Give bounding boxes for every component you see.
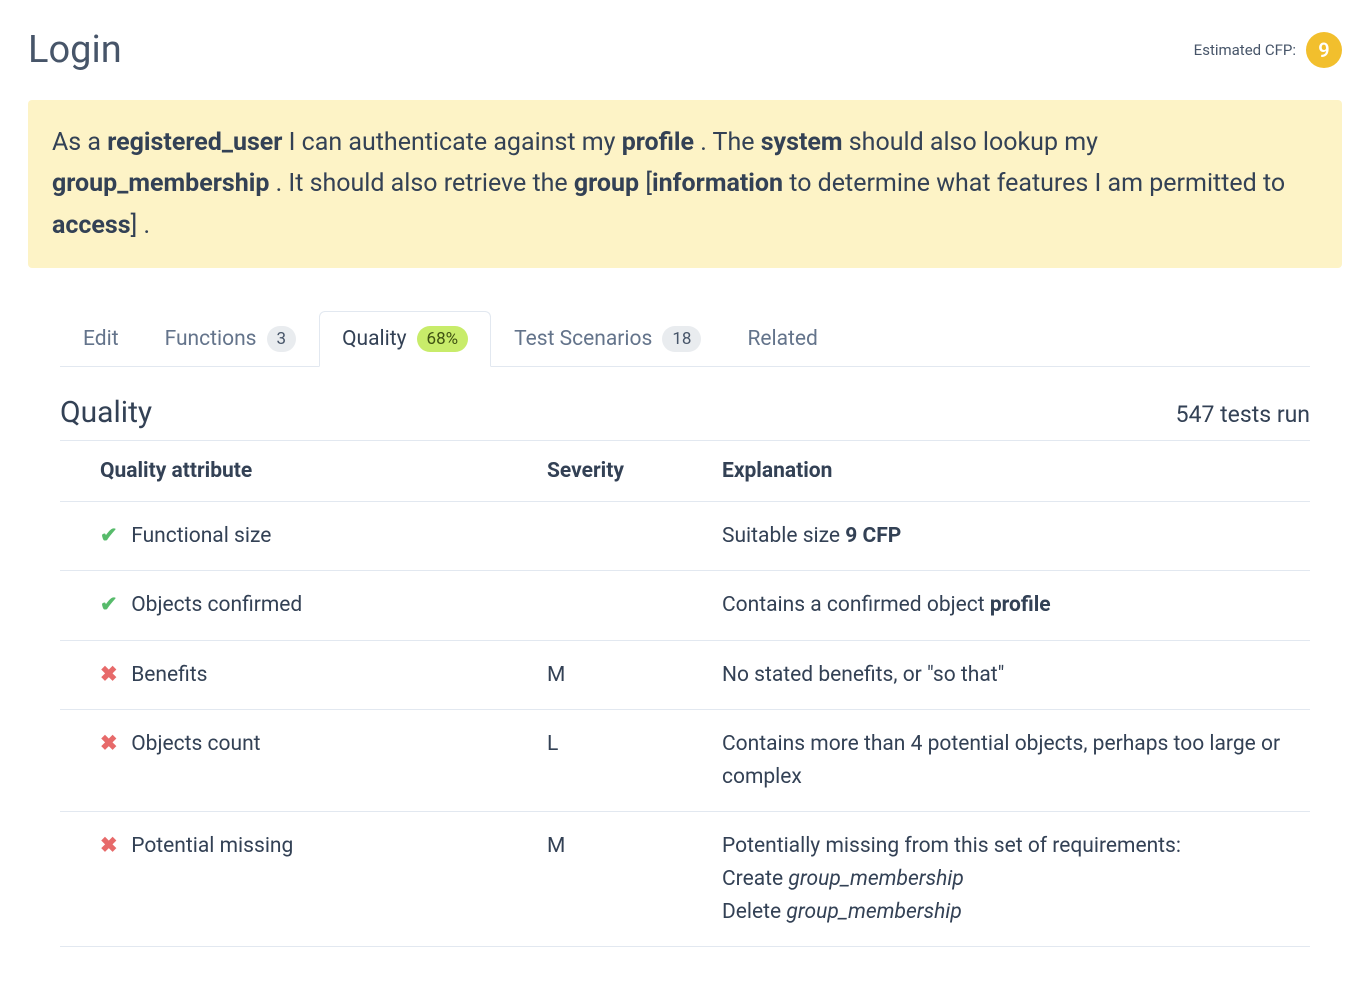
tab-label: Related xyxy=(747,327,817,351)
cell-explanation: No stated benefits, or "so that" xyxy=(710,640,1310,710)
scenarios-count-badge: 18 xyxy=(662,326,701,352)
functions-count-badge: 3 xyxy=(267,326,297,352)
cell-severity xyxy=(535,501,710,571)
cfp-indicator: Estimated CFP: 9 xyxy=(1194,32,1342,68)
section-header: Quality 547 tests run xyxy=(60,395,1310,430)
cell-severity: L xyxy=(535,710,710,812)
cell-severity: M xyxy=(535,812,710,947)
tab-label: Edit xyxy=(83,327,119,351)
tab-quality[interactable]: Quality 68% xyxy=(319,311,491,367)
quality-table: Quality attribute Severity Explanation ✔… xyxy=(60,440,1310,947)
check-icon: ✔ xyxy=(100,589,120,622)
tab-related[interactable]: Related xyxy=(724,311,840,367)
cfp-label: Estimated CFP: xyxy=(1194,41,1296,59)
tab-label: Quality xyxy=(342,327,406,351)
table-row: ✔ Functional size Suitable size 9 CFP xyxy=(60,501,1310,571)
section-title: Quality xyxy=(60,395,152,430)
cfp-badge: 9 xyxy=(1306,32,1342,68)
cell-explanation: Contains a confirmed object profile xyxy=(710,571,1310,641)
table-row: ✖ Potential missingMPotentially missing … xyxy=(60,812,1310,947)
tests-run-count: 547 tests run xyxy=(1176,401,1310,428)
col-header-attribute: Quality attribute xyxy=(60,440,535,501)
quality-percent-badge: 68% xyxy=(417,326,469,352)
tab-label: Functions xyxy=(165,327,257,351)
table-row: ✖ BenefitsMNo stated benefits, or "so th… xyxy=(60,640,1310,710)
cell-severity xyxy=(535,571,710,641)
table-row: ✔ Objects confirmed Contains a confirmed … xyxy=(60,571,1310,641)
col-header-severity: Severity xyxy=(535,440,710,501)
user-story-box: As a registered_user I can authenticate … xyxy=(28,100,1342,268)
tab-functions[interactable]: Functions 3 xyxy=(142,311,320,367)
cell-attribute: ✔ Objects confirmed xyxy=(60,571,535,641)
cell-explanation: Potentially missing from this set of req… xyxy=(710,812,1310,947)
page-title: Login xyxy=(28,28,122,72)
cell-attribute: ✔ Functional size xyxy=(60,501,535,571)
cross-icon: ✖ xyxy=(100,659,120,692)
cross-icon: ✖ xyxy=(100,728,120,761)
check-icon: ✔ xyxy=(100,520,120,553)
cross-icon: ✖ xyxy=(100,830,120,863)
tab-test-scenarios[interactable]: Test Scenarios 18 xyxy=(491,311,724,367)
col-header-explanation: Explanation xyxy=(710,440,1310,501)
cell-attribute: ✖ Potential missing xyxy=(60,812,535,947)
cell-explanation: Suitable size 9 CFP xyxy=(710,501,1310,571)
cell-explanation: Contains more than 4 potential objects, … xyxy=(710,710,1310,812)
tab-label: Test Scenarios xyxy=(514,327,652,351)
table-row: ✖ Objects countLContains more than 4 pot… xyxy=(60,710,1310,812)
table-header-row: Quality attribute Severity Explanation xyxy=(60,440,1310,501)
tab-bar: Edit Functions 3 Quality 68% Test Scenar… xyxy=(60,310,1310,367)
header: Login Estimated CFP: 9 xyxy=(28,28,1342,72)
cell-attribute: ✖ Objects count xyxy=(60,710,535,812)
cell-attribute: ✖ Benefits xyxy=(60,640,535,710)
cell-severity: M xyxy=(535,640,710,710)
tab-edit[interactable]: Edit xyxy=(60,311,142,367)
